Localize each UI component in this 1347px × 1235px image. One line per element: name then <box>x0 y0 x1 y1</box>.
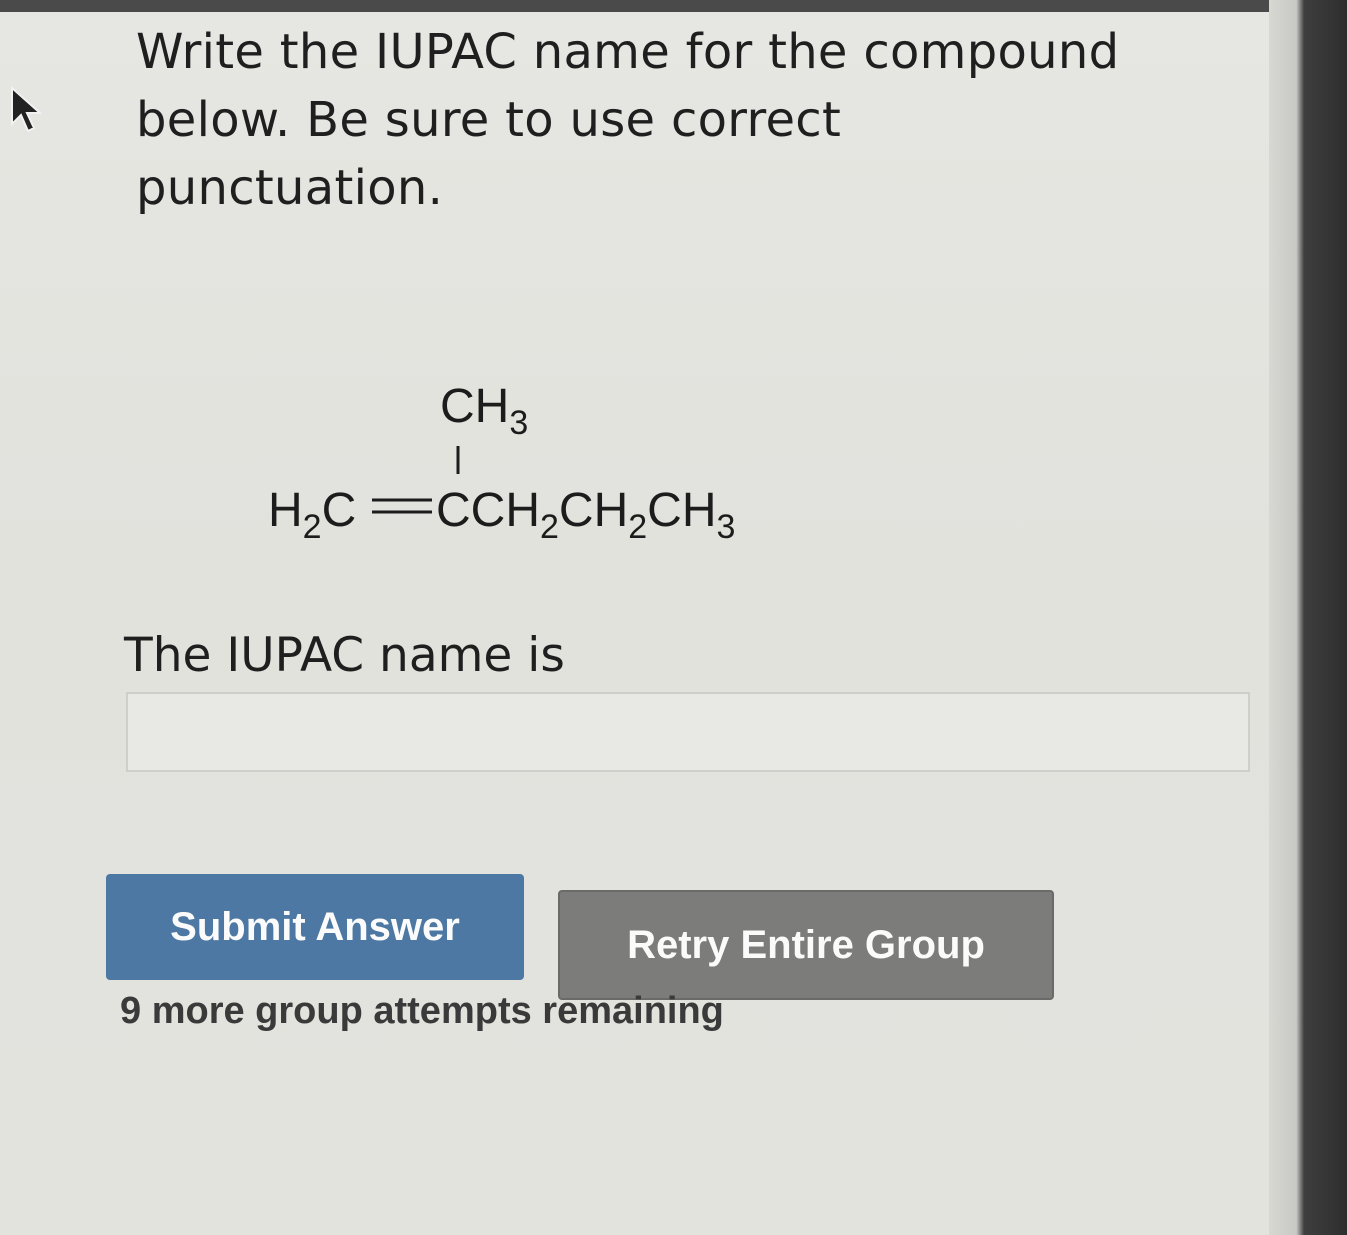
screen: Write the IUPAC name for the compound be… <box>0 0 1347 1235</box>
question-line-1: Write the IUPAC name for the compound <box>136 24 1120 80</box>
submit-answer-button[interactable]: Submit Answer <box>106 874 524 980</box>
formula-chain: CCH2CH2CH3 <box>436 484 735 546</box>
iupac-name-input[interactable] <box>126 692 1250 772</box>
mouse-pointer-icon <box>11 85 43 133</box>
question-prompt: Write the IUPAC name for the compound be… <box>136 18 1196 222</box>
answer-label: The IUPAC name is <box>124 628 565 683</box>
window-top-bar <box>0 0 1300 12</box>
formula-main-chain: H2C <box>268 484 356 546</box>
formula-branch: CH3 <box>440 380 528 442</box>
structural-formula: CH3 H2C CCH2CH2CH3 <box>268 380 735 546</box>
question-line-2: below. Be sure to use correct <box>136 92 842 148</box>
monitor-edge <box>1269 0 1347 1235</box>
retry-entire-group-button[interactable]: Retry Entire Group <box>558 890 1054 1000</box>
question-line-3: punctuation. <box>136 160 444 216</box>
attempts-remaining-text: 9 more group attempts remaining <box>120 990 724 1032</box>
